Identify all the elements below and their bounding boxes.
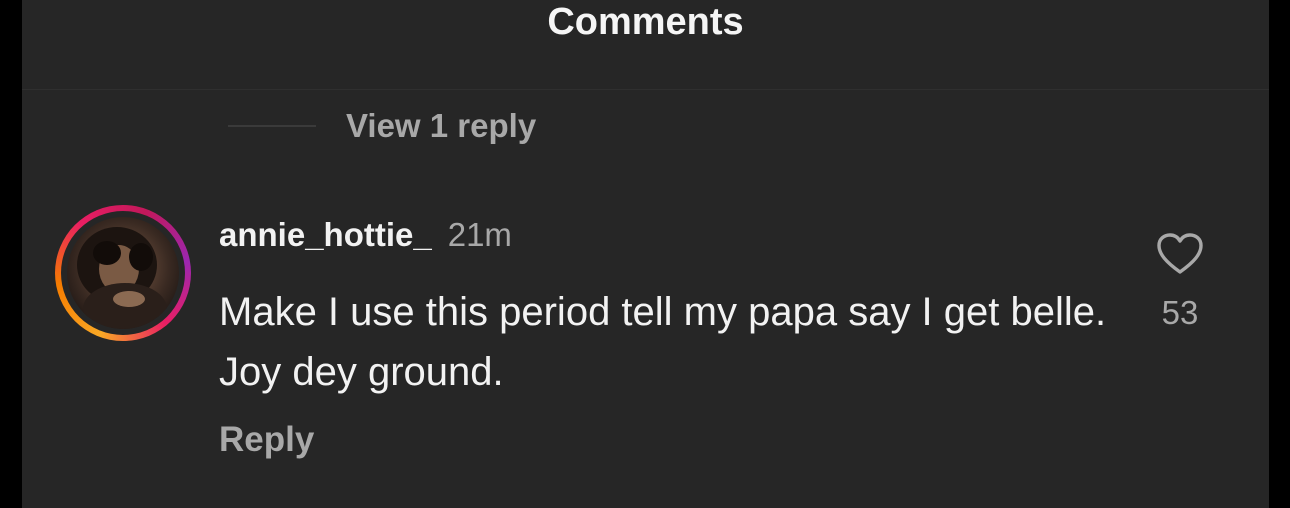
avatar-ring-gap bbox=[61, 211, 185, 335]
header-divider bbox=[22, 89, 1269, 90]
avatar bbox=[67, 217, 179, 329]
username-link[interactable]: annie_hottie_ bbox=[219, 216, 432, 254]
view-replies-button[interactable]: View 1 reply bbox=[228, 104, 536, 148]
like-control: 53 bbox=[1144, 232, 1216, 332]
view-replies-label: View 1 reply bbox=[346, 107, 537, 144]
screenshot-frame: Comments View 1 reply annie_hottie_ 21m … bbox=[0, 0, 1290, 508]
comment-header: annie_hottie_ 21m bbox=[219, 216, 512, 254]
avatar-story-ring[interactable] bbox=[55, 205, 191, 341]
like-count: 53 bbox=[1161, 294, 1199, 331]
thread-line bbox=[228, 125, 316, 127]
comment-timestamp: 21m bbox=[447, 216, 512, 253]
avatar-photo-icon bbox=[77, 227, 167, 329]
comments-panel: Comments View 1 reply annie_hottie_ 21m … bbox=[22, 0, 1269, 508]
comment-text: Make I use this period tell my papa say … bbox=[219, 290, 1107, 394]
heart-outline-icon[interactable] bbox=[1156, 232, 1204, 276]
page-title: Comments bbox=[547, 1, 744, 43]
reply-button[interactable]: Reply bbox=[219, 420, 314, 460]
